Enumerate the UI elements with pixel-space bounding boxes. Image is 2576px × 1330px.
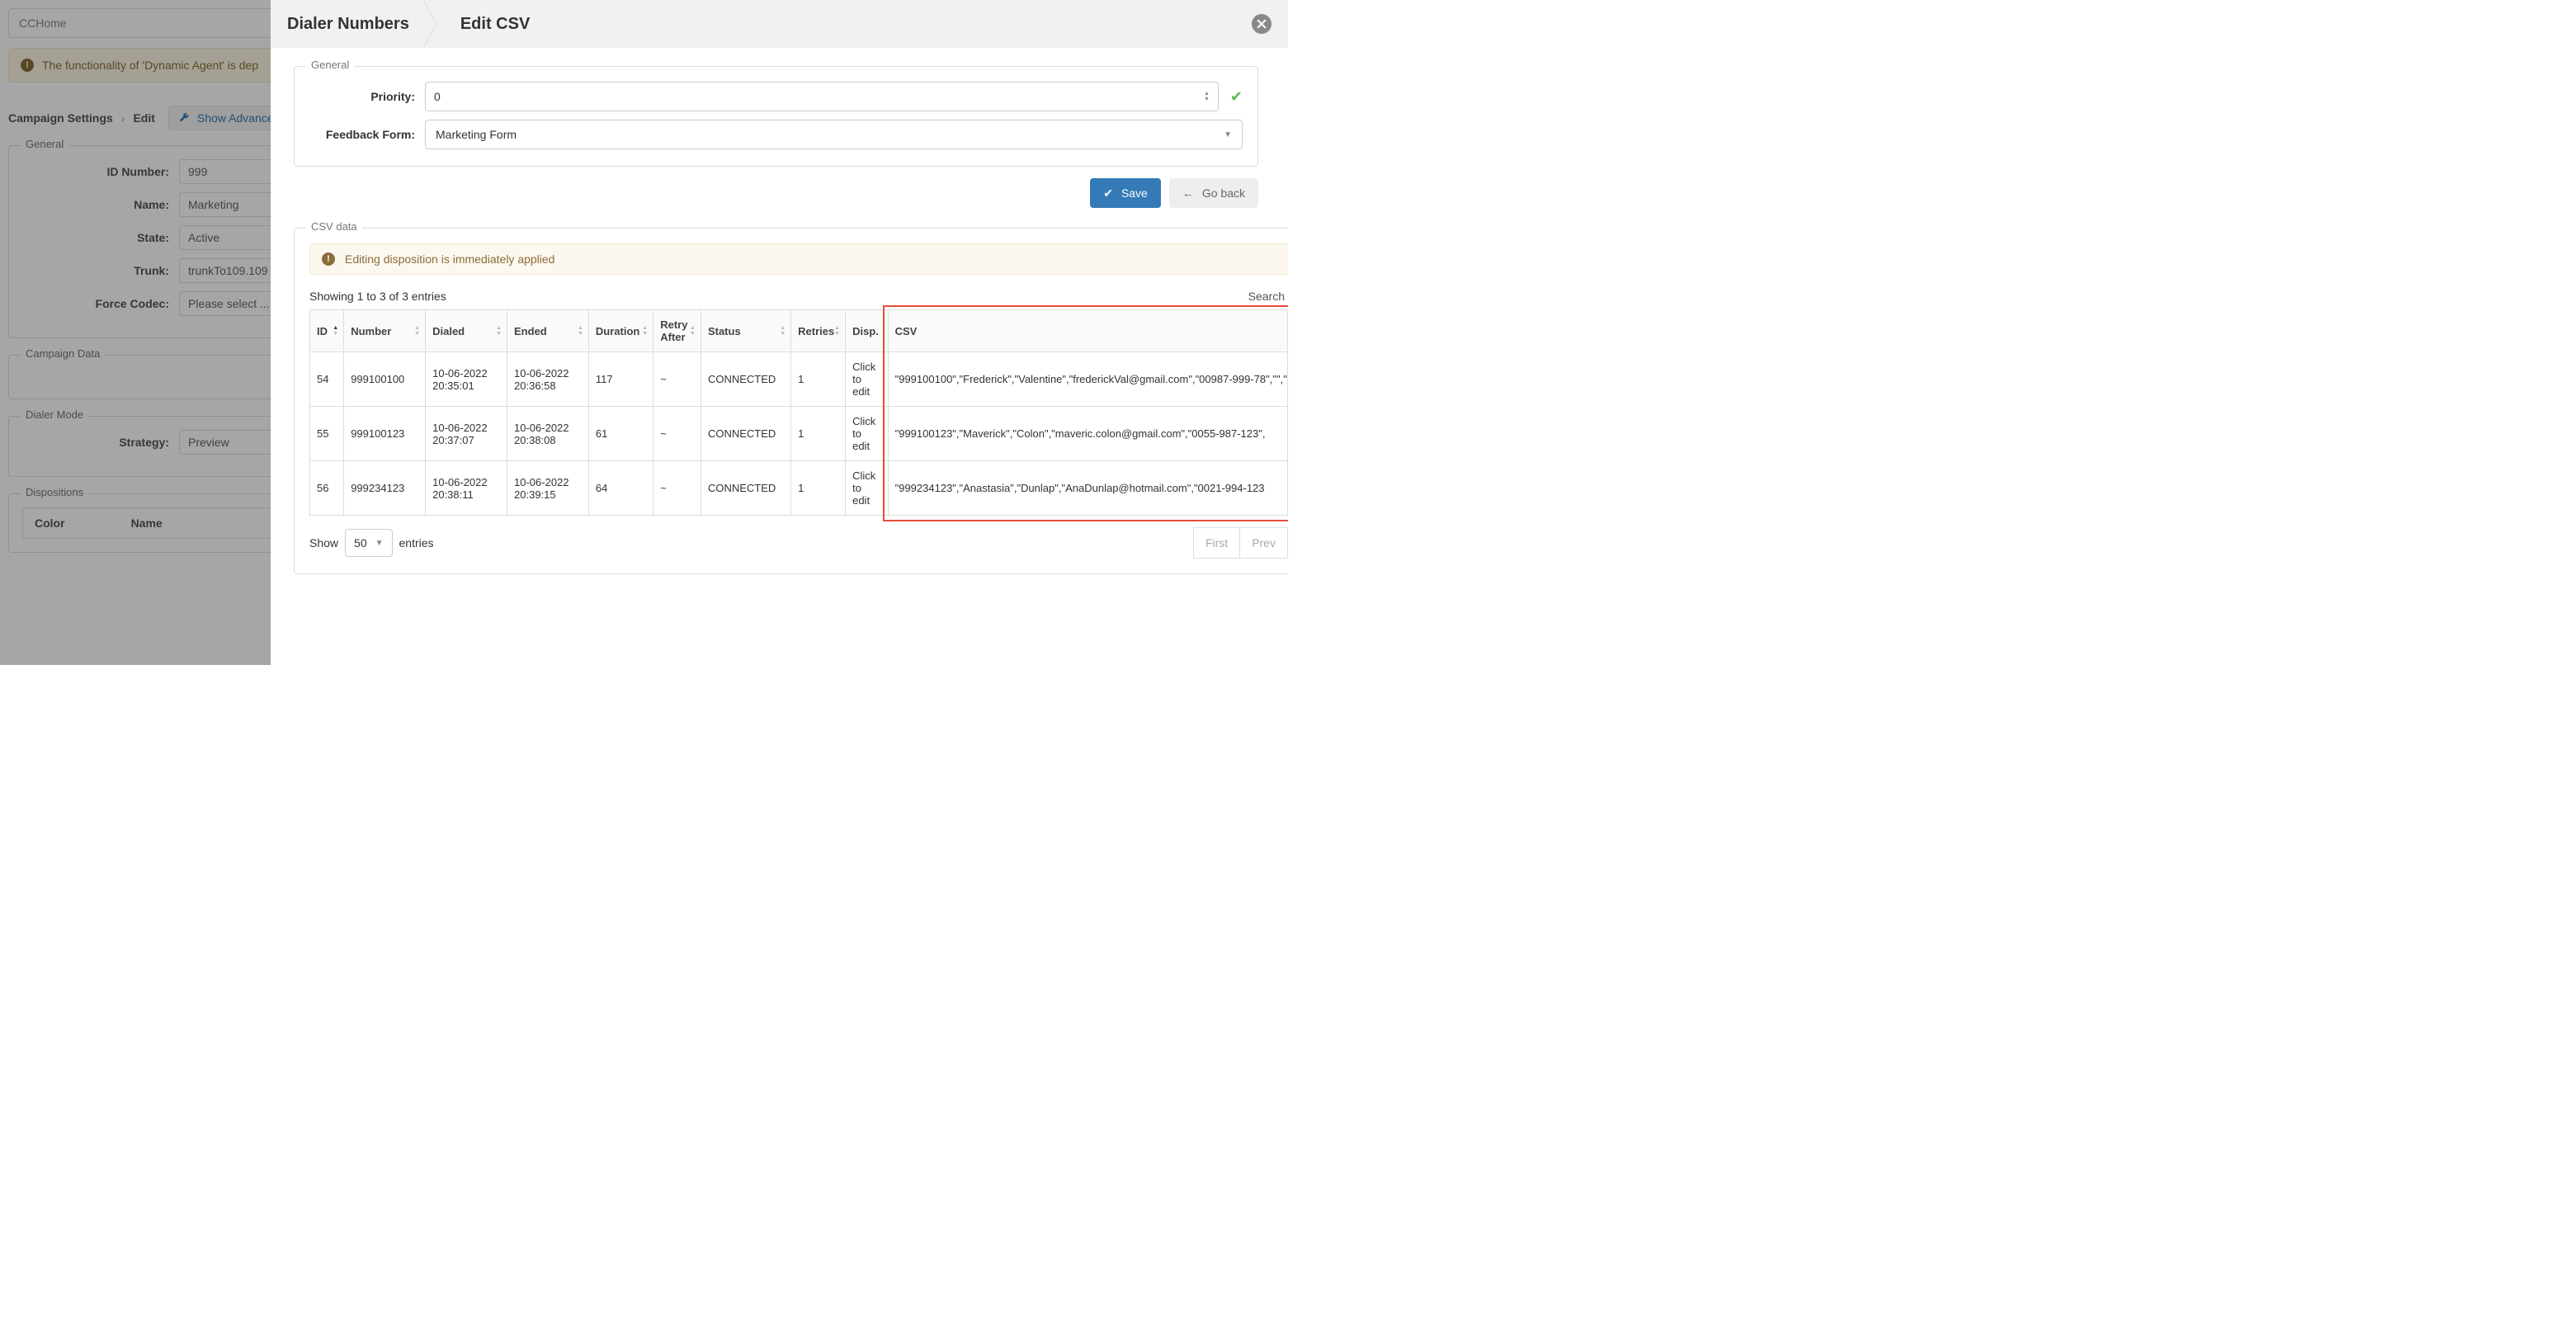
table-row: 5599910012310-06-2022 20:37:0710-06-2022… [310, 407, 1288, 461]
table-row: 5499910010010-06-2022 20:35:0110-06-2022… [310, 352, 1288, 407]
close-button[interactable] [1252, 14, 1271, 34]
page-size-select[interactable]: 50 ▼ [345, 529, 392, 557]
priority-input[interactable]: 0 ▲ ▼ [425, 82, 1219, 111]
cell-dialed: 10-06-2022 20:35:01 [426, 352, 507, 407]
breadcrumb-edit-csv: Edit CSV [446, 15, 545, 34]
close-icon [1257, 19, 1267, 29]
cell-disp[interactable]: Click to edit [846, 461, 889, 516]
pager-first-button[interactable]: First [1193, 527, 1240, 559]
col-retries[interactable]: Retries▲▼ [791, 310, 846, 352]
cell-retries: 1 [791, 407, 846, 461]
cell-csv[interactable]: "999100123","Maverick","Colon","maveric.… [888, 407, 1287, 461]
entries-label: entries [399, 536, 434, 549]
csv-data-table: ID▲▼ Number▲▼ Dialed▲▼ Ended▲▼ Duration▲… [309, 309, 1288, 516]
caret-down-icon: ▼ [375, 539, 384, 548]
spinner-down-icon[interactable]: ▼ [1204, 97, 1210, 102]
table-row: 5699923412310-06-2022 20:38:1110-06-2022… [310, 461, 1288, 516]
arrow-left-icon: ← [1182, 186, 1194, 200]
feedback-form-label: Feedback Form: [309, 128, 425, 141]
col-disp[interactable]: Disp. [846, 310, 889, 352]
csv-data-legend: CSV data [306, 220, 362, 233]
chevron-right-icon [424, 0, 446, 48]
caret-down-icon: ▼ [1224, 130, 1232, 139]
cell-duration: 117 [588, 352, 653, 407]
col-dialed[interactable]: Dialed▲▼ [426, 310, 507, 352]
search-label: Search [1248, 290, 1285, 303]
col-number[interactable]: Number▲▼ [344, 310, 426, 352]
valid-check-icon: ✔ [1230, 88, 1243, 106]
cell-id: 54 [310, 352, 344, 407]
show-label: Show [309, 536, 338, 549]
info-icon: ! [322, 252, 335, 266]
save-button[interactable]: ✔ Save [1090, 178, 1161, 208]
cell-retries: 1 [791, 461, 846, 516]
pager-prev-button[interactable]: Prev [1240, 527, 1288, 559]
cell-number: 999234123 [344, 461, 426, 516]
cell-duration: 64 [588, 461, 653, 516]
info-banner: ! Editing disposition is immediately app… [309, 243, 1288, 275]
col-csv[interactable]: CSV [888, 310, 1287, 352]
cell-ended: 10-06-2022 20:39:15 [507, 461, 589, 516]
cell-status: CONNECTED [701, 461, 790, 516]
cell-retry-after: ~ [653, 352, 701, 407]
cell-ended: 10-06-2022 20:36:58 [507, 352, 589, 407]
col-id[interactable]: ID▲▼ [310, 310, 344, 352]
cell-status: CONNECTED [701, 407, 790, 461]
modal-header: Dialer Numbers Edit CSV [271, 0, 1288, 48]
cell-ended: 10-06-2022 20:38:08 [507, 407, 589, 461]
col-ended[interactable]: Ended▲▼ [507, 310, 589, 352]
cell-dialed: 10-06-2022 20:37:07 [426, 407, 507, 461]
cell-csv[interactable]: "999234123","Anastasia","Dunlap","AnaDun… [888, 461, 1287, 516]
col-retry-after[interactable]: Retry After▲▼ [653, 310, 701, 352]
cell-status: CONNECTED [701, 352, 790, 407]
cell-disp[interactable]: Click to edit [846, 407, 889, 461]
cell-csv[interactable]: "999100100","Frederick","Valentine","fre… [888, 352, 1287, 407]
cell-retries: 1 [791, 352, 846, 407]
cell-disp[interactable]: Click to edit [846, 352, 889, 407]
priority-label: Priority: [309, 90, 425, 103]
cell-duration: 61 [588, 407, 653, 461]
cell-dialed: 10-06-2022 20:38:11 [426, 461, 507, 516]
cell-retry-after: ~ [653, 407, 701, 461]
info-text: Editing disposition is immediately appli… [345, 252, 554, 266]
feedback-form-select[interactable]: Marketing Form ▼ [425, 120, 1243, 149]
check-icon: ✔ [1103, 186, 1113, 200]
cell-number: 999100100 [344, 352, 426, 407]
spinner-up-icon[interactable]: ▲ [1204, 91, 1210, 97]
cell-id: 55 [310, 407, 344, 461]
cell-number: 999100123 [344, 407, 426, 461]
edit-csv-modal: Dialer Numbers Edit CSV General Priority… [271, 0, 1288, 665]
modal-general-legend: General [306, 59, 354, 71]
showing-entries-text: Showing 1 to 3 of 3 entries [309, 290, 446, 303]
cell-retry-after: ~ [653, 461, 701, 516]
col-status[interactable]: Status▲▼ [701, 310, 790, 352]
col-duration[interactable]: Duration▲▼ [588, 310, 653, 352]
go-back-button[interactable]: ← Go back [1169, 178, 1258, 208]
cell-id: 56 [310, 461, 344, 516]
breadcrumb-dialer-numbers[interactable]: Dialer Numbers [287, 15, 424, 34]
